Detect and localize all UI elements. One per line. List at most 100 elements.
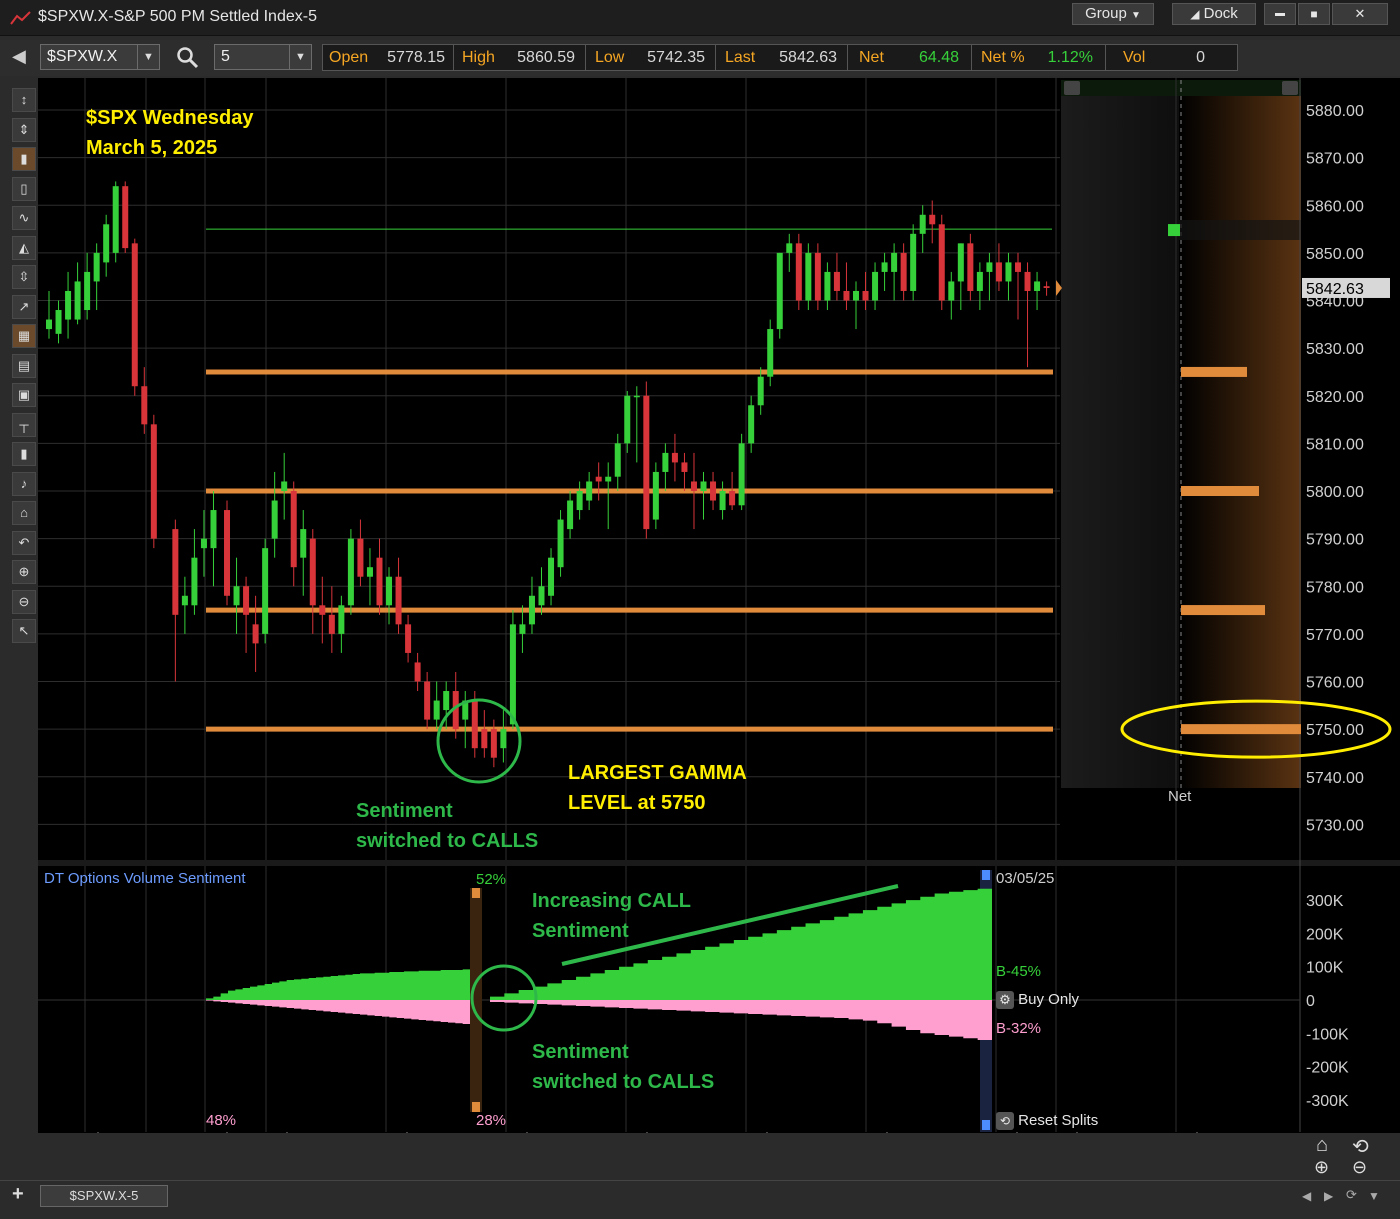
candle-body <box>767 329 774 377</box>
candle-body <box>805 252 812 301</box>
close-button[interactable]: ✕ <box>1332 3 1388 25</box>
split-top-label: 52% <box>476 871 507 888</box>
candle-body <box>112 186 119 253</box>
group-button[interactable]: Group ▼ <box>1072 3 1154 25</box>
quote-netpct-label: Net % <box>981 49 1025 66</box>
candle-body <box>995 262 1002 282</box>
candle-body <box>852 290 859 301</box>
table-icon[interactable]: ▤ <box>12 353 36 378</box>
hline-icon[interactable]: ┬ <box>12 412 36 437</box>
chart-tab[interactable]: $SPXW.X-5 <box>40 1185 168 1207</box>
quote-net-label: Net <box>859 49 884 66</box>
candle-body <box>643 395 650 530</box>
pointer-icon[interactable]: ↖ <box>12 619 36 643</box>
chart-area[interactable]: 5880.00 5870.00 5860.00 5850.00 5840.00 5830.… <box>38 78 1400 1182</box>
quote-high-label: High <box>462 49 495 66</box>
candle-body <box>1034 281 1041 291</box>
scroll-right-icon[interactable]: ▶ <box>1324 1189 1333 1203</box>
zoom-in-icon[interactable]: ⊕ <box>1314 1157 1329 1178</box>
grid-icon[interactable]: ▦ <box>12 324 36 348</box>
candle-body <box>719 491 726 511</box>
gear-icon[interactable]: ⚙ <box>996 991 1014 1009</box>
buy-pct-label: B-45% <box>996 963 1042 980</box>
split-top-marker <box>472 888 480 898</box>
bar-icon[interactable]: ▯ <box>12 176 36 201</box>
candle-body <box>881 262 888 272</box>
window-icon[interactable]: ▣ <box>12 383 36 407</box>
candle-body <box>586 481 593 501</box>
candle-body <box>262 548 269 634</box>
reset-splits-button[interactable]: ⟲ Reset Splits <box>996 1112 1098 1130</box>
candle-body <box>548 557 555 596</box>
indicator-tick-label: 300K <box>1306 893 1344 910</box>
candle-body <box>210 510 217 549</box>
home-icon[interactable]: ⌂ <box>1316 1134 1328 1157</box>
search-icon[interactable] <box>176 46 200 70</box>
chart-annotation-title: $SPX Wednesday March 5, 2025 <box>86 103 253 163</box>
area-icon[interactable]: ◭ <box>12 235 36 260</box>
chevron-down-icon[interactable]: ▼ <box>137 45 159 69</box>
candle-body <box>833 271 840 291</box>
candle-body <box>376 557 383 606</box>
quote-open-label: Open <box>329 49 369 66</box>
interval-combo[interactable]: 5 ▼ <box>214 44 312 70</box>
candle-body <box>338 605 345 634</box>
add-tab-icon[interactable]: + <box>12 1183 24 1206</box>
scroll-left-icon[interactable]: ◀ <box>1302 1189 1311 1203</box>
candle-body <box>1015 262 1021 272</box>
candle-body <box>700 481 707 491</box>
draw-icon[interactable]: ↗ <box>12 294 36 319</box>
buy-only-toggle[interactable]: ⚙ Buy Only <box>996 991 1079 1009</box>
candle-body <box>141 386 148 425</box>
dock-button[interactable]: ◢ Dock <box>1172 3 1256 25</box>
zoom-out-icon[interactable]: ⊖ <box>12 589 36 614</box>
candle-body <box>624 395 631 444</box>
minimize-button[interactable]: ▬ <box>1264 3 1296 25</box>
undo-icon[interactable]: ↶ <box>12 530 36 555</box>
tool-a-icon[interactable]: ▮ <box>12 442 36 466</box>
candle-body <box>576 491 583 511</box>
candle-body <box>46 319 52 330</box>
symbol-combo[interactable]: $SPXW.X ▼ <box>40 44 160 70</box>
dock-icon: ◢ <box>1190 7 1200 21</box>
divider <box>453 45 454 70</box>
crosshair-icon[interactable]: ⇕ <box>12 117 36 142</box>
tool-b-icon[interactable]: ♪ <box>12 471 36 496</box>
candle-body <box>328 614 335 634</box>
undo-icon[interactable]: ⟲ <box>1352 1134 1369 1159</box>
candle-body <box>557 519 564 568</box>
candle-body <box>172 529 179 615</box>
candle-body <box>252 624 259 644</box>
maximize-button[interactable]: ■ <box>1298 3 1330 25</box>
indicator-tick-label: 200K <box>1306 926 1344 943</box>
zoom-out-icon[interactable]: ⊖ <box>1352 1157 1367 1178</box>
candle-icon[interactable]: ▮ <box>12 147 36 171</box>
candle-body <box>122 186 129 249</box>
candle-body <box>433 700 440 720</box>
more-icon[interactable]: ▼ <box>1368 1189 1380 1203</box>
annotation-title-line1: $SPX Wednesday <box>86 107 254 129</box>
indicator-date-label: 03/05/25 <box>996 870 1055 887</box>
divider <box>585 45 586 70</box>
zoom-in-icon[interactable]: ⊕ <box>12 560 36 584</box>
candle-body <box>500 729 507 749</box>
candle-body <box>443 691 450 711</box>
candle-body <box>319 605 326 615</box>
collapse-left-icon[interactable]: ◀ <box>12 46 26 67</box>
chevron-down-icon[interactable]: ▼ <box>289 45 311 69</box>
line-icon[interactable]: ∿ <box>12 206 36 230</box>
refresh-icon[interactable]: ⟳ <box>1346 1187 1357 1203</box>
quote-strip: Open 5778.15 High 5860.59 Low 5742.35 La… <box>322 44 1238 71</box>
scale-icon[interactable]: ⇳ <box>12 265 36 289</box>
candle-body <box>281 481 288 491</box>
chart-canvas[interactable]: 5880.005870.005860.005850.005840.005830.… <box>38 78 1400 1182</box>
last-price-label: 5842.63 <box>1306 281 1364 298</box>
candle-body <box>1024 271 1031 291</box>
price-tick-label: 5750.00 <box>1306 722 1364 739</box>
candle-body <box>891 252 898 272</box>
candle-body <box>814 252 821 301</box>
candle-body <box>967 243 974 291</box>
cursor-icon[interactable]: ↕ <box>12 88 36 112</box>
candle-body <box>729 491 736 506</box>
home-icon[interactable]: ⌂ <box>12 501 36 525</box>
